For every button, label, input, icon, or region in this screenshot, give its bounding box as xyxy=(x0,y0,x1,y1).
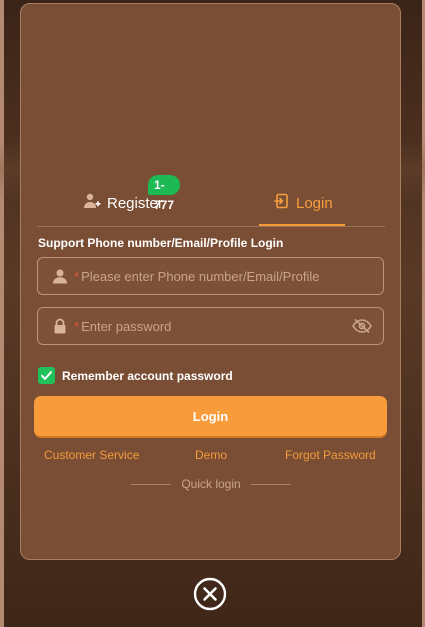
remember-checkbox[interactable] xyxy=(38,367,55,384)
required-mark: * xyxy=(74,318,80,334)
user-icon xyxy=(52,268,68,284)
add-user-icon xyxy=(83,192,101,214)
divider-line xyxy=(250,483,291,485)
customer-service-link[interactable]: Customer Service xyxy=(44,448,139,462)
eye-off-icon[interactable] xyxy=(351,317,373,335)
login-door-icon xyxy=(274,193,290,213)
auth-tabs: Register 1-777 Login xyxy=(37,175,385,227)
phone-field[interactable]: * xyxy=(37,257,384,295)
lock-icon xyxy=(52,318,68,334)
quick-login-label: Quick login xyxy=(181,477,241,491)
quick-login-divider: Quick login xyxy=(131,477,291,491)
register-badge: 1-777 xyxy=(148,175,181,212)
tab-register[interactable]: Register 1-777 xyxy=(83,175,181,226)
forgot-password-link[interactable]: Forgot Password xyxy=(285,448,376,462)
password-field[interactable]: * xyxy=(37,307,384,345)
demo-link[interactable]: Demo xyxy=(195,448,227,462)
password-input[interactable] xyxy=(81,318,351,334)
tab-login-label: Login xyxy=(296,194,333,212)
login-button[interactable]: Login xyxy=(34,396,387,436)
remember-label: Remember account password xyxy=(62,368,233,383)
remember-password[interactable]: Remember account password xyxy=(38,367,233,384)
login-modal: Register 1-777 Login Support Phone numbe… xyxy=(20,3,401,560)
close-icon xyxy=(193,577,227,611)
phone-input[interactable] xyxy=(81,268,383,284)
check-icon xyxy=(41,371,52,380)
required-mark: * xyxy=(74,268,80,284)
support-text: Support Phone number/Email/Profile Login xyxy=(38,236,284,250)
tab-login[interactable]: Login xyxy=(274,180,333,226)
active-tab-indicator xyxy=(259,224,345,226)
close-button[interactable] xyxy=(193,577,227,611)
divider-line xyxy=(131,483,172,485)
left-edge xyxy=(0,0,4,627)
